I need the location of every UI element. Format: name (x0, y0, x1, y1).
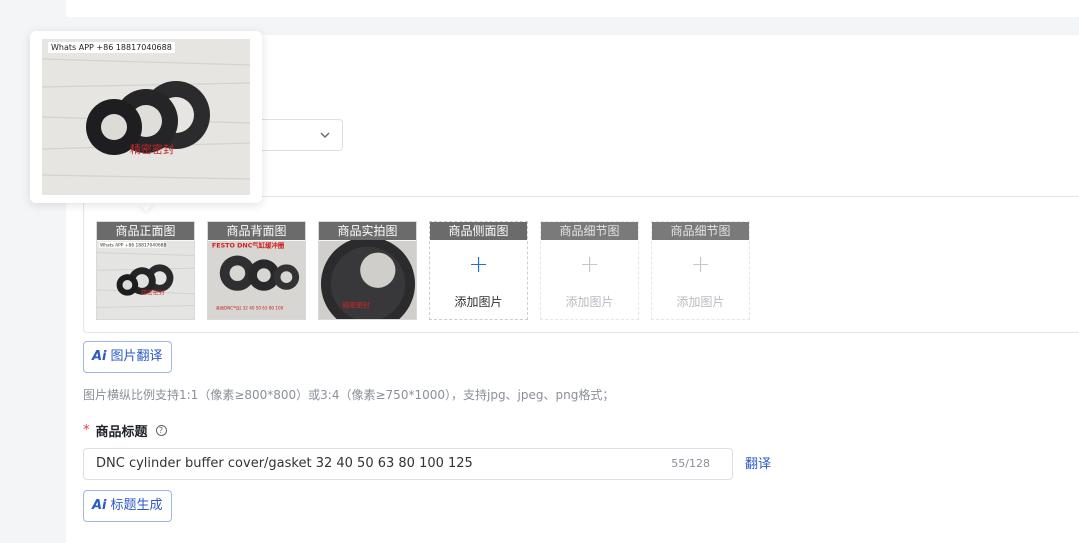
char-counter: 55/128 (671, 457, 710, 470)
translate-link[interactable]: 翻译 (745, 453, 771, 472)
thumb-caption-bottom: 其他DNC气缸 32 40 50 63 80 100 (216, 304, 284, 310)
thumb-stamp: 精密密封 (141, 289, 165, 297)
slot-label: 商品正面图 (97, 222, 194, 240)
thumb-caption-top: FESTO DNC气缸缓冲圈 (212, 241, 284, 250)
category-select[interactable] (255, 119, 343, 151)
preview-image: 精密密封 Whats APP +86 18817040688 (42, 39, 250, 195)
ai-icon: Ai (92, 349, 107, 364)
slot-label: 商品背面图 (208, 222, 305, 240)
image-requirements-hint: 图片横纵比例支持1:1（像素≥800*800）或3:4（像素≥750*1000）… (83, 388, 615, 402)
product-thumbnail: Whats APP +86 18817040688 精密密封 (97, 240, 194, 319)
image-slot-back[interactable]: 商品背面图 FESTO DNC气缸缓冲圈 其他DNC气缸 32 40 50 63… (207, 221, 306, 320)
preview-photo: 精密密封 (42, 39, 250, 195)
image-slot-detail-1[interactable]: 商品细节图 + 添加图片 (540, 221, 639, 320)
plus-icon: + (579, 250, 600, 278)
preview-stamp: 精密密封 (130, 142, 174, 156)
required-mark: * (83, 423, 90, 438)
product-thumbnail: FESTO DNC气缸缓冲圈 其他DNC气缸 32 40 50 63 80 10… (208, 241, 305, 319)
image-slot-detail-2[interactable]: 商品细节图 + 添加图片 (651, 221, 750, 320)
image-translate-button[interactable]: Ai 图片翻译 (83, 341, 172, 373)
slot-label: 商品细节图 (541, 222, 638, 240)
product-thumbnail: 精密密封 (319, 240, 416, 319)
add-image-label: 添加图片 (565, 295, 614, 309)
button-label: 标题生成 (110, 498, 163, 513)
image-slot-front[interactable]: 商品正面图 Whats APP +86 18817040688 精密密封 (96, 221, 195, 320)
preview-watermark: Whats APP +86 18817040688 (48, 42, 175, 53)
help-icon[interactable]: ? (155, 425, 167, 436)
ai-icon: Ai (92, 498, 107, 513)
title-input[interactable]: DNC cylinder buffer cover/gasket 32 40 5… (83, 448, 733, 480)
add-image-label: 添加图片 (454, 295, 503, 309)
slot-label: 商品细节图 (652, 222, 749, 240)
image-slot-side[interactable]: 商品侧面图 + 添加图片 (429, 221, 528, 320)
plus-icon: + (690, 250, 711, 278)
button-label: 图片翻译 (110, 349, 163, 364)
thumb-watermark: Whats APP +86 18817040688 (100, 243, 167, 249)
slot-label: 商品实拍图 (319, 222, 416, 240)
image-preview-popover: 精密密封 Whats APP +86 18817040688 (30, 31, 262, 203)
image-slot-real-shot[interactable]: 商品实拍图 精密密封 (318, 221, 417, 320)
thumb-stamp: 精密密封 (343, 300, 371, 309)
title-field-label: * 商品标题 ? (83, 421, 167, 440)
add-image-label: 添加图片 (676, 295, 725, 309)
title-generate-button[interactable]: Ai 标题生成 (83, 490, 172, 522)
title-input-value: DNC cylinder buffer cover/gasket 32 40 5… (96, 456, 473, 471)
top-section-card (66, 0, 1079, 17)
plus-icon: + (468, 250, 489, 278)
chevron-down-icon (320, 132, 330, 138)
slot-label: 商品侧面图 (430, 222, 527, 240)
title-label-text: 商品标题 (95, 425, 148, 440)
